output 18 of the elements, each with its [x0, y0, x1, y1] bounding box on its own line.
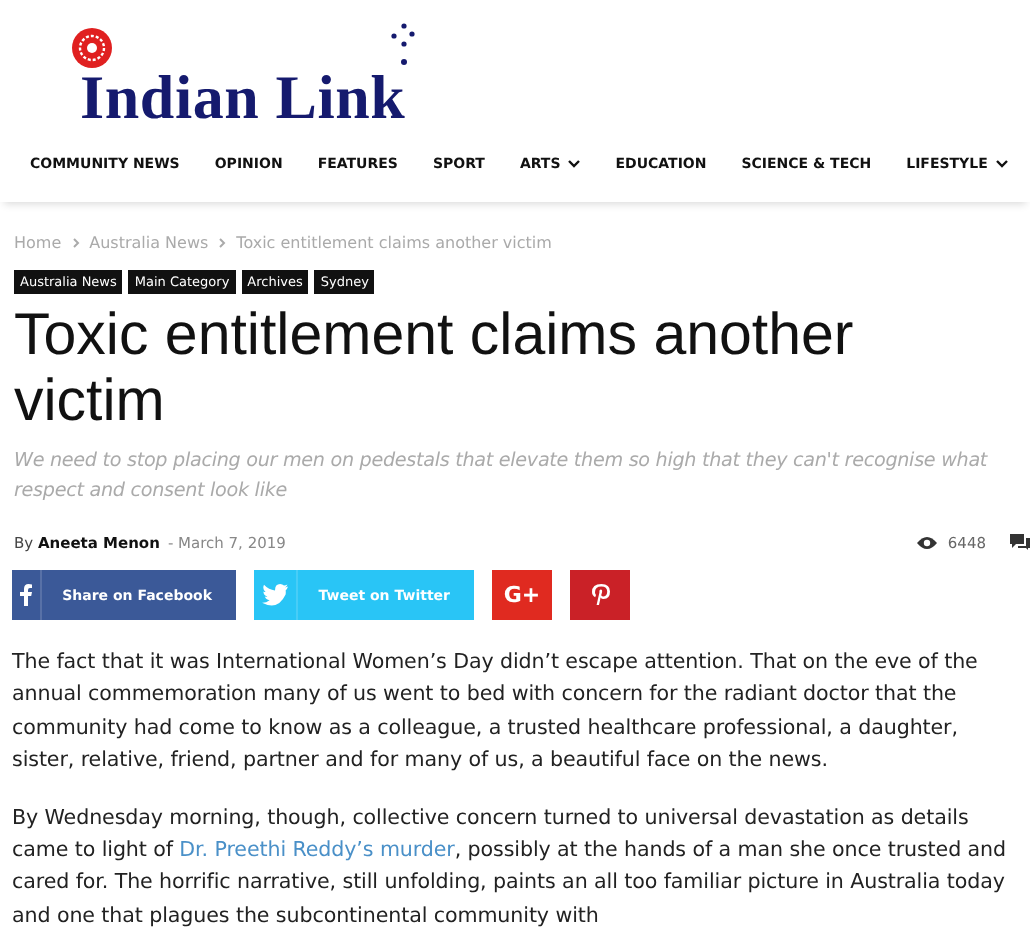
google-plus-share-button[interactable]: G+: [492, 570, 552, 620]
article-paragraph: The fact that it was International Women’s Day didn’t escape attention. That on the eve of the annual commemoration many of us went to bed with concern for the radiant doctor that the community had come to know as a colleague, a trusted healthcare professional, a daughter, sister, relative, friend, partner and for many of us, a beautiful face on the news.: [12, 648, 980, 777]
article-title: Toxic entitlement claims another victim: [14, 302, 856, 434]
article-subtitle: We need to stop placing our men on pedestals that elevate them so high that they can't recognise what respect and consent look like: [14, 448, 990, 506]
caret-icon: [995, 160, 1008, 168]
sun-emblem-icon: [68, 26, 116, 70]
stars-icon: [388, 22, 420, 66]
bird-icon: [262, 584, 289, 606]
eye-icon: [915, 535, 938, 549]
pinterest-share-button[interactable]: [570, 570, 630, 620]
facebook-icon: [20, 584, 33, 606]
chevron-icon: [218, 237, 227, 247]
caret-icon: [568, 160, 581, 168]
comment-icon: [1010, 534, 1030, 550]
chevron-icon: [71, 237, 80, 247]
site-logo[interactable]: Indian Link: [80, 62, 406, 134]
pinterest-icon: [591, 584, 609, 606]
article-paragraph: By Wednesday morning, though, collective concern turned to universal devastation as details came to light of Dr. Preethi Reddy’s murder, possibly at the hands of a man she once trusted and cared for. The horrific narrative, still unfolding, paints an all too familiar picture in Australia today and one that plagues the subcontinental community with: [12, 803, 1009, 932]
